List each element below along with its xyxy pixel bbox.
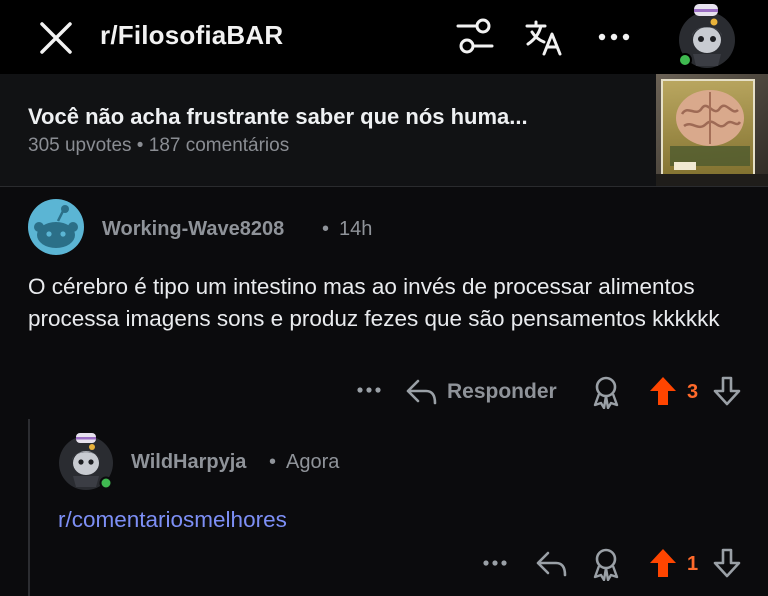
post-title[interactable]: Você não acha frustrante saber que nós h… <box>28 104 638 130</box>
upvote-arrow-icon <box>650 377 676 405</box>
user-avatar-icon <box>678 4 735 68</box>
more-options-button[interactable] <box>594 22 634 52</box>
translate-icon <box>525 20 562 56</box>
comment-timestamp: 14h <box>339 218 373 240</box>
reply-reply-button[interactable] <box>534 547 568 579</box>
reply-timestamp: Agora <box>286 451 340 473</box>
award-icon <box>593 548 619 581</box>
meta-separator: • <box>131 135 149 156</box>
brain-jar-image <box>656 74 768 186</box>
downvote-button[interactable] <box>712 375 742 407</box>
close-icon <box>40 22 72 54</box>
subreddit-link[interactable]: r/comentariosmelhores <box>58 507 287 533</box>
reply-arrow-icon <box>536 551 567 577</box>
reply-username[interactable]: WildHarpyja <box>131 451 246 474</box>
reply-vote-count: 1 <box>687 553 699 575</box>
post-meta: 305 upvotes • 187 comentários <box>28 135 289 157</box>
top-bar: r/FilosofiaBAR <box>0 0 768 74</box>
comments-count: 187 comentários <box>148 135 290 156</box>
user-avatar-button[interactable] <box>676 4 738 70</box>
commenter-avatar[interactable] <box>28 199 84 255</box>
thread-line[interactable] <box>28 419 30 596</box>
upvotes-count: 305 upvotes <box>28 135 132 156</box>
post-header[interactable]: Você não acha frustrante saber que nós h… <box>0 74 768 187</box>
post-thumbnail[interactable] <box>656 74 768 186</box>
more-horizontal-icon <box>598 33 630 41</box>
reply-arrow-icon <box>406 379 437 405</box>
downvote-arrow-icon <box>713 376 741 406</box>
reply-more-button[interactable] <box>480 553 510 573</box>
comment-meta-separator: • <box>322 218 330 240</box>
comment-more-button[interactable] <box>354 380 384 400</box>
reply-button[interactable] <box>404 375 438 407</box>
award-icon <box>593 376 619 409</box>
close-button[interactable] <box>36 18 76 58</box>
comment-body: O cérebro é tipo um intestino mas ao inv… <box>28 274 720 331</box>
user-avatar-icon <box>59 433 113 490</box>
downvote-arrow-icon <box>713 548 741 578</box>
reply-label[interactable]: Responder <box>447 380 557 404</box>
reply-upvote-button[interactable] <box>648 547 678 579</box>
reply-downvote-button[interactable] <box>712 547 742 579</box>
award-button[interactable] <box>590 375 622 409</box>
sort-filter-button[interactable] <box>454 16 496 58</box>
comment-username[interactable]: Working-Wave8208 <box>102 218 284 241</box>
more-horizontal-icon <box>483 560 507 566</box>
upvote-button[interactable] <box>648 375 678 407</box>
reply-commenter-avatar[interactable] <box>58 433 114 491</box>
translate-button[interactable] <box>524 18 564 58</box>
snoo-avatar-icon <box>28 199 84 255</box>
reply-meta-separator: • <box>269 451 277 473</box>
subreddit-title[interactable]: r/FilosofiaBAR <box>100 20 283 51</box>
more-horizontal-icon <box>357 387 381 393</box>
reply-award-button[interactable] <box>590 547 622 581</box>
sort-filter-icon <box>456 18 494 54</box>
upvote-arrow-icon <box>650 549 676 577</box>
vote-count: 3 <box>687 381 699 403</box>
